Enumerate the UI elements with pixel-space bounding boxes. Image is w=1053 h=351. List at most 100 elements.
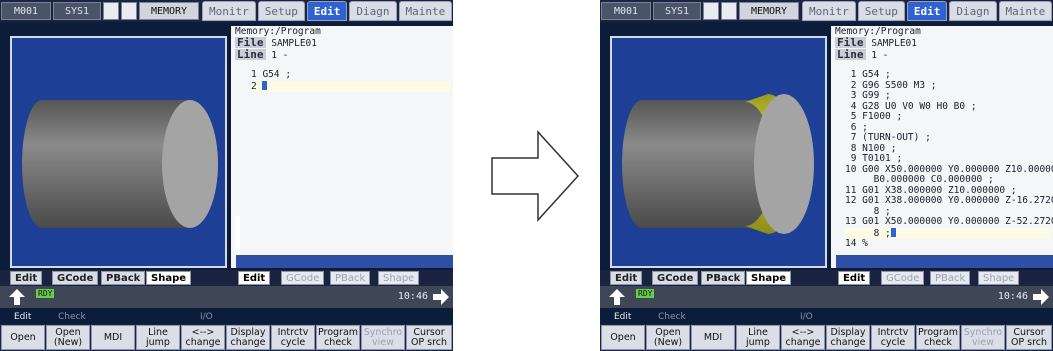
tab-setup[interactable]: Setup bbox=[857, 1, 905, 21]
blank-cell bbox=[721, 2, 737, 20]
status-bar bbox=[600, 286, 1053, 308]
tab-edit[interactable]: Edit bbox=[306, 1, 348, 21]
program-line[interactable]: 5 F1000 ; bbox=[845, 111, 1051, 123]
blank-cell bbox=[121, 2, 137, 20]
workpiece-graphic bbox=[610, 36, 827, 268]
softkey-cursor-op-srch[interactable]: Cursor OP srch bbox=[406, 325, 452, 350]
text-cursor bbox=[890, 227, 896, 237]
softkey-open-new[interactable]: Open (New) bbox=[46, 325, 90, 350]
system-indicator: SYS1 bbox=[53, 2, 101, 20]
return-arrow-icon[interactable] bbox=[8, 288, 26, 306]
program-path: Memory:/Program bbox=[235, 26, 321, 37]
program-line-current[interactable]: 8 ; bbox=[845, 227, 1051, 239]
softkey-change[interactable]: <--> change bbox=[181, 325, 225, 350]
program-line[interactable]: 1 G54 ; bbox=[251, 69, 451, 81]
line-text: 8 ; bbox=[845, 227, 891, 239]
softkey-synchro-view[interactable]: Synchro view bbox=[961, 325, 1005, 350]
status-bar bbox=[0, 286, 453, 308]
memory-indicator: MEMORY bbox=[739, 2, 799, 20]
tab-monitr[interactable]: Monitr bbox=[202, 1, 256, 21]
mode-indicator: M001 bbox=[1, 2, 51, 20]
program-line[interactable]: B0.000000 C0.000000 ; bbox=[845, 174, 1051, 186]
cylinder-graphic bbox=[22, 100, 218, 228]
tab-graphic-gcode[interactable]: GCode bbox=[52, 271, 99, 285]
cylinder-cut-graphic bbox=[622, 94, 814, 234]
editor-footer bbox=[836, 255, 1053, 268]
softkey-mdi[interactable]: MDI bbox=[691, 325, 735, 350]
next-arrow-icon[interactable] bbox=[432, 288, 450, 306]
program-editor[interactable]: Memory:/Program File SAMPLE01 Line 1 - 1… bbox=[231, 26, 453, 268]
program-line[interactable]: 14 % bbox=[845, 238, 1051, 250]
line-value: 1 - bbox=[271, 50, 289, 61]
tab-graphic-edit[interactable]: Edit bbox=[10, 271, 43, 285]
tab-mainte[interactable]: Mainte bbox=[998, 1, 1053, 21]
softkey-group-io: I/O bbox=[200, 312, 213, 322]
program-line[interactable]: 7 (TURN-OUT) ; bbox=[845, 132, 1051, 144]
tab-editor-gcode[interactable]: GCode bbox=[881, 271, 925, 285]
file-label: File bbox=[835, 36, 866, 49]
program-line[interactable]: 3 G99 ; bbox=[845, 90, 1051, 102]
tab-graphic-edit[interactable]: Edit bbox=[610, 271, 643, 285]
tab-monitr[interactable]: Monitr bbox=[802, 1, 856, 21]
softkey-cursor-op-srch[interactable]: Cursor OP srch bbox=[1006, 325, 1052, 350]
softkey-group-check: Check bbox=[658, 312, 686, 322]
tab-diagn[interactable]: Diagn bbox=[349, 1, 397, 21]
line-value: 1 - bbox=[871, 50, 889, 61]
line-text: 2 bbox=[251, 80, 263, 92]
scrollbar[interactable] bbox=[235, 216, 240, 256]
tab-editor-shape[interactable]: Shape bbox=[978, 271, 1020, 285]
program-editor[interactable]: Memory:/Program File SAMPLE01 Line 1 - 1… bbox=[831, 26, 1053, 268]
softkey-open[interactable]: Open bbox=[601, 325, 645, 350]
softkey-intrctv-cycle[interactable]: Intrctv cycle bbox=[871, 325, 915, 350]
tab-editor-edit[interactable]: Edit bbox=[238, 271, 271, 285]
tab-graphic-gcode[interactable]: GCode bbox=[652, 271, 699, 285]
softkey-mdi[interactable]: MDI bbox=[91, 325, 135, 350]
nc-screen-after: M001 SYS1 MEMORY Monitr Setup Edit Diagn… bbox=[600, 0, 1053, 351]
sub-tab-bar: Edit GCode PBack Shape Edit GCode PBack … bbox=[600, 270, 1053, 286]
softkey-open[interactable]: Open bbox=[1, 325, 45, 350]
softkey-program-check[interactable]: Program check bbox=[916, 325, 960, 350]
sub-tab-bar: Edit GCode PBack Shape Edit GCode PBack … bbox=[0, 270, 453, 286]
file-name: SAMPLE01 bbox=[271, 38, 317, 49]
tab-editor-gcode[interactable]: GCode bbox=[281, 271, 325, 285]
program-line-current[interactable]: 2 bbox=[251, 80, 451, 92]
editor-footer bbox=[236, 255, 453, 268]
clock: 10:46 bbox=[997, 291, 1028, 302]
top-status-bar: M001 SYS1 MEMORY Monitr Setup Edit Diagn… bbox=[600, 0, 1053, 22]
tab-editor-pback[interactable]: PBack bbox=[930, 271, 971, 285]
next-arrow-icon[interactable] bbox=[1032, 288, 1050, 306]
tab-edit[interactable]: Edit bbox=[906, 1, 948, 21]
tab-setup[interactable]: Setup bbox=[257, 1, 305, 21]
tab-graphic-pback[interactable]: PBack bbox=[701, 271, 746, 285]
mode-indicator: M001 bbox=[601, 2, 651, 20]
tab-editor-pback[interactable]: PBack bbox=[330, 271, 371, 285]
softkey-synchro-view[interactable]: Synchro view bbox=[361, 325, 405, 350]
tab-editor-shape[interactable]: Shape bbox=[378, 271, 420, 285]
tab-mainte[interactable]: Mainte bbox=[398, 1, 453, 21]
line-label: Line bbox=[835, 48, 866, 61]
tab-graphic-shape[interactable]: Shape bbox=[146, 271, 192, 285]
program-line[interactable]: 1 G54 ; bbox=[845, 69, 1051, 81]
tab-diagn[interactable]: Diagn bbox=[949, 1, 997, 21]
softkey-change[interactable]: <--> change bbox=[781, 325, 825, 350]
softkey-open-new[interactable]: Open (New) bbox=[646, 325, 690, 350]
transition-arrow-icon bbox=[491, 130, 580, 222]
softkey-display-change[interactable]: Display change bbox=[226, 325, 270, 350]
tab-graphic-shape[interactable]: Shape bbox=[746, 271, 792, 285]
softkey-group-io: I/O bbox=[800, 312, 813, 322]
softkey-bar: Open Open (New) MDI Line jump <--> chang… bbox=[600, 324, 1053, 351]
softkey-program-check[interactable]: Program check bbox=[316, 325, 360, 350]
program-line[interactable]: 12 G01 X38.000000 Y0.000000 Z-16.27207 bbox=[845, 195, 1053, 207]
program-path: Memory:/Program bbox=[835, 26, 921, 37]
ready-indicator: RDY bbox=[36, 289, 55, 298]
tab-editor-edit[interactable]: Edit bbox=[838, 271, 871, 285]
return-arrow-icon[interactable] bbox=[608, 288, 626, 306]
tab-graphic-pback[interactable]: PBack bbox=[101, 271, 146, 285]
softkey-line-jump[interactable]: Line jump bbox=[736, 325, 780, 350]
softkey-display-change[interactable]: Display change bbox=[826, 325, 870, 350]
softkey-line-jump[interactable]: Line jump bbox=[136, 325, 180, 350]
softkey-intrctv-cycle[interactable]: Intrctv cycle bbox=[271, 325, 315, 350]
file-label: File bbox=[235, 36, 266, 49]
program-line[interactable]: 9 T0101 ; bbox=[845, 153, 1051, 165]
program-line[interactable]: 13 G01 X50.000000 Y0.000000 Z-52.27207 bbox=[845, 216, 1053, 228]
